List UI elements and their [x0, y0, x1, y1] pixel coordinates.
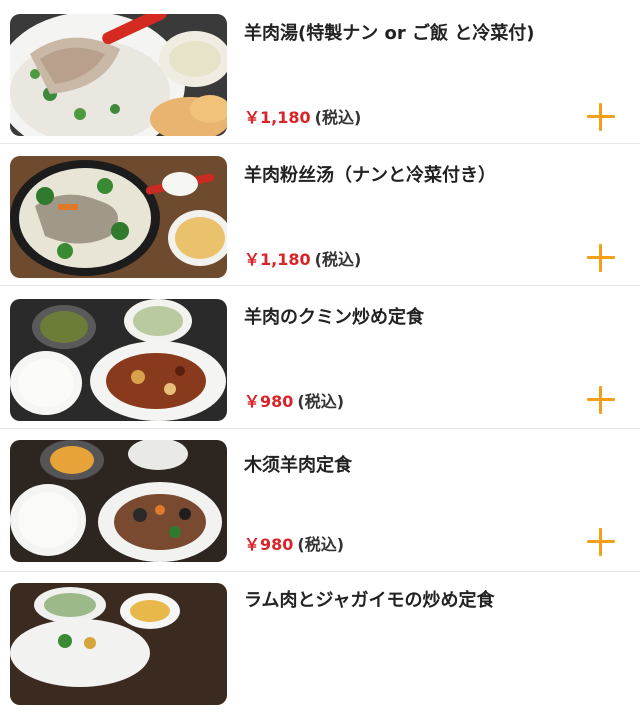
cumin-lamb-set-image — [10, 299, 227, 421]
lamb-noodle-soup-photo[interactable] — [10, 156, 227, 278]
menu-item-tax: (税込) — [297, 535, 345, 554]
menu-item-tax: (税込) — [314, 108, 362, 127]
menu-item-price-line: ￥980 (税込) — [244, 531, 344, 555]
menu-item-name: 羊肉粉丝汤（ナンと冷菜付き） — [244, 165, 496, 186]
lamb-soup-photo[interactable] — [10, 14, 227, 136]
menu-item-name: 羊肉湯(特製ナン or ご飯 と冷菜付) — [244, 23, 535, 44]
menu-item-price: ￥1,180 — [244, 108, 311, 127]
add-icon[interactable] — [587, 103, 615, 131]
lamb-soup-image — [10, 14, 227, 136]
add-icon[interactable] — [587, 244, 615, 272]
menu-item[interactable]: 羊肉湯(特製ナン or ご飯 と冷菜付) ￥1,180 (税込) — [0, 2, 640, 144]
menu-item[interactable]: 羊肉のクミン炒め定食 ￥980 (税込) — [0, 287, 640, 429]
menu-item[interactable]: ラム肉とジャガイモの炒め定食 — [0, 573, 640, 715]
menu-item-name: 羊肉のクミン炒め定食 — [244, 307, 424, 328]
menu-item-tax: (税込) — [314, 250, 362, 269]
menu-item-price-line: ￥980 (税込) — [244, 388, 344, 412]
add-icon[interactable] — [587, 528, 615, 556]
lamb-potato-set-photo[interactable] — [10, 583, 227, 705]
add-icon[interactable] — [587, 386, 615, 414]
menu-item-name: 木须羊肉定食 — [244, 455, 352, 476]
menu-item[interactable]: 木须羊肉定食 ￥980 (税込) — [0, 430, 640, 572]
lamb-potato-set-image — [10, 583, 227, 705]
lamb-noodle-soup-image — [10, 156, 227, 278]
menu-item-name: ラム肉とジャガイモの炒め定食 — [244, 590, 495, 611]
menu-item-price-line: ￥1,180 (税込) — [244, 246, 361, 270]
menu-list: 羊肉湯(特製ナン or ご飯 と冷菜付) ￥1,180 (税込) 羊肉粉丝汤（ナ… — [0, 0, 640, 715]
menu-item-price: ￥980 — [244, 392, 294, 411]
menu-item-price: ￥1,180 — [244, 250, 311, 269]
menu-item[interactable]: 羊肉粉丝汤（ナンと冷菜付き） ￥1,180 (税込) — [0, 144, 640, 286]
muxu-lamb-set-photo[interactable] — [10, 440, 227, 562]
menu-item-price: ￥980 — [244, 535, 294, 554]
muxu-lamb-set-image — [10, 440, 227, 562]
cumin-lamb-set-photo[interactable] — [10, 299, 227, 421]
menu-item-price-line: ￥1,180 (税込) — [244, 104, 361, 128]
menu-item-tax: (税込) — [297, 392, 345, 411]
